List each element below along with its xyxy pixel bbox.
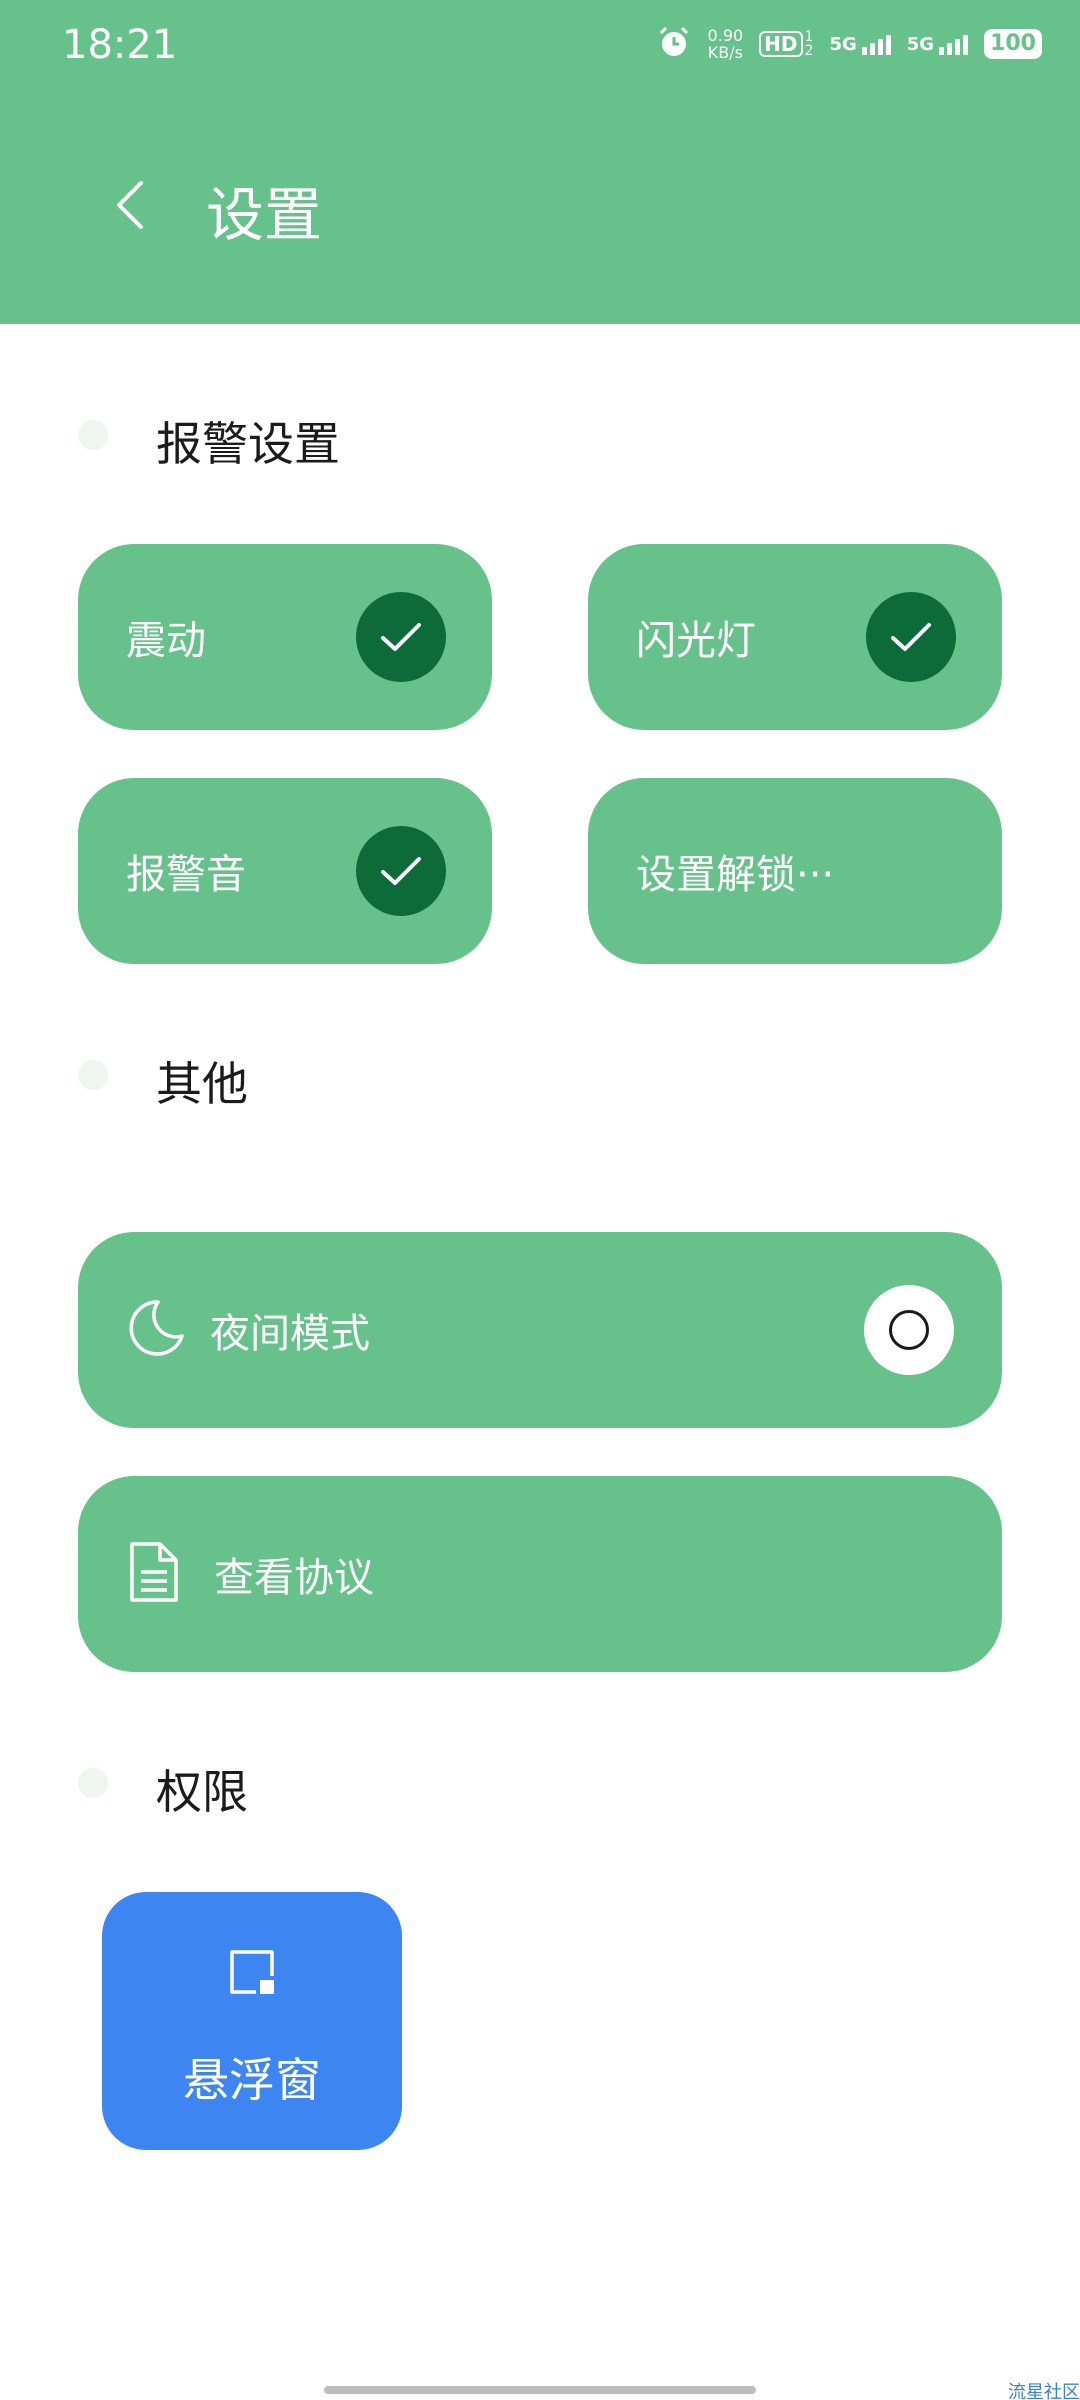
section-title-alarm: 报警设置 xyxy=(156,417,340,471)
tile-label: 设置解锁··· xyxy=(636,852,835,898)
unlock-settings-tile[interactable]: 设置解锁··· xyxy=(588,778,1002,964)
home-indicator[interactable] xyxy=(324,2386,756,2394)
alarm-icon xyxy=(656,24,692,64)
section-title-other: 其他 xyxy=(156,1057,248,1111)
document-icon xyxy=(126,1540,182,1608)
floating-window-permission-button[interactable]: 悬浮窗 xyxy=(102,1892,402,2150)
battery-indicator: 100 xyxy=(984,29,1042,59)
section-dot xyxy=(78,1768,108,1798)
agreement-label: 查看协议 xyxy=(214,1555,374,1601)
vibration-toggle-tile[interactable]: 震动 xyxy=(78,544,492,730)
back-button[interactable] xyxy=(100,170,160,240)
tile-label: 报警音 xyxy=(126,852,246,898)
section-dot xyxy=(78,1060,108,1090)
section-title-permission: 权限 xyxy=(156,1765,248,1819)
flashlight-toggle-tile[interactable]: 闪光灯 xyxy=(588,544,1002,730)
tile-label: 闪光灯 xyxy=(636,618,756,664)
page-title: 设置 xyxy=(206,181,323,249)
chevron-left-icon xyxy=(117,181,143,229)
check-icon xyxy=(356,592,446,682)
watermark: 流星社区 xyxy=(1008,2382,1080,2400)
night-mode-label: 夜间模式 xyxy=(210,1311,370,1357)
check-icon xyxy=(866,592,956,682)
view-agreement-row[interactable]: 查看协议 xyxy=(78,1476,1002,1672)
moon-icon xyxy=(126,1298,186,1362)
hd-indicator: HD 12 xyxy=(759,30,813,58)
alarm-sound-toggle-tile[interactable]: 报警音 xyxy=(78,778,492,964)
floating-window-label: 悬浮窗 xyxy=(183,2053,321,2107)
check-icon xyxy=(356,826,446,916)
night-mode-toggle[interactable] xyxy=(864,1285,954,1375)
section-dot xyxy=(78,420,108,450)
status-icons: 0.90 KB/s HD 12 5G 5G 100 xyxy=(656,22,1042,66)
signal-5g-2-icon: 5G xyxy=(907,34,969,55)
floating-window-icon xyxy=(226,1946,278,2002)
app-header: 18:21 0.90 KB/s HD 12 5G 5G 100 设置 xyxy=(0,0,1080,324)
network-speed: 0.90 KB/s xyxy=(707,26,744,62)
night-mode-row[interactable]: 夜间模式 xyxy=(78,1232,1002,1428)
status-time: 18:21 xyxy=(62,22,178,68)
signal-5g-1-icon: 5G xyxy=(829,34,891,55)
tile-label: 震动 xyxy=(126,618,206,664)
